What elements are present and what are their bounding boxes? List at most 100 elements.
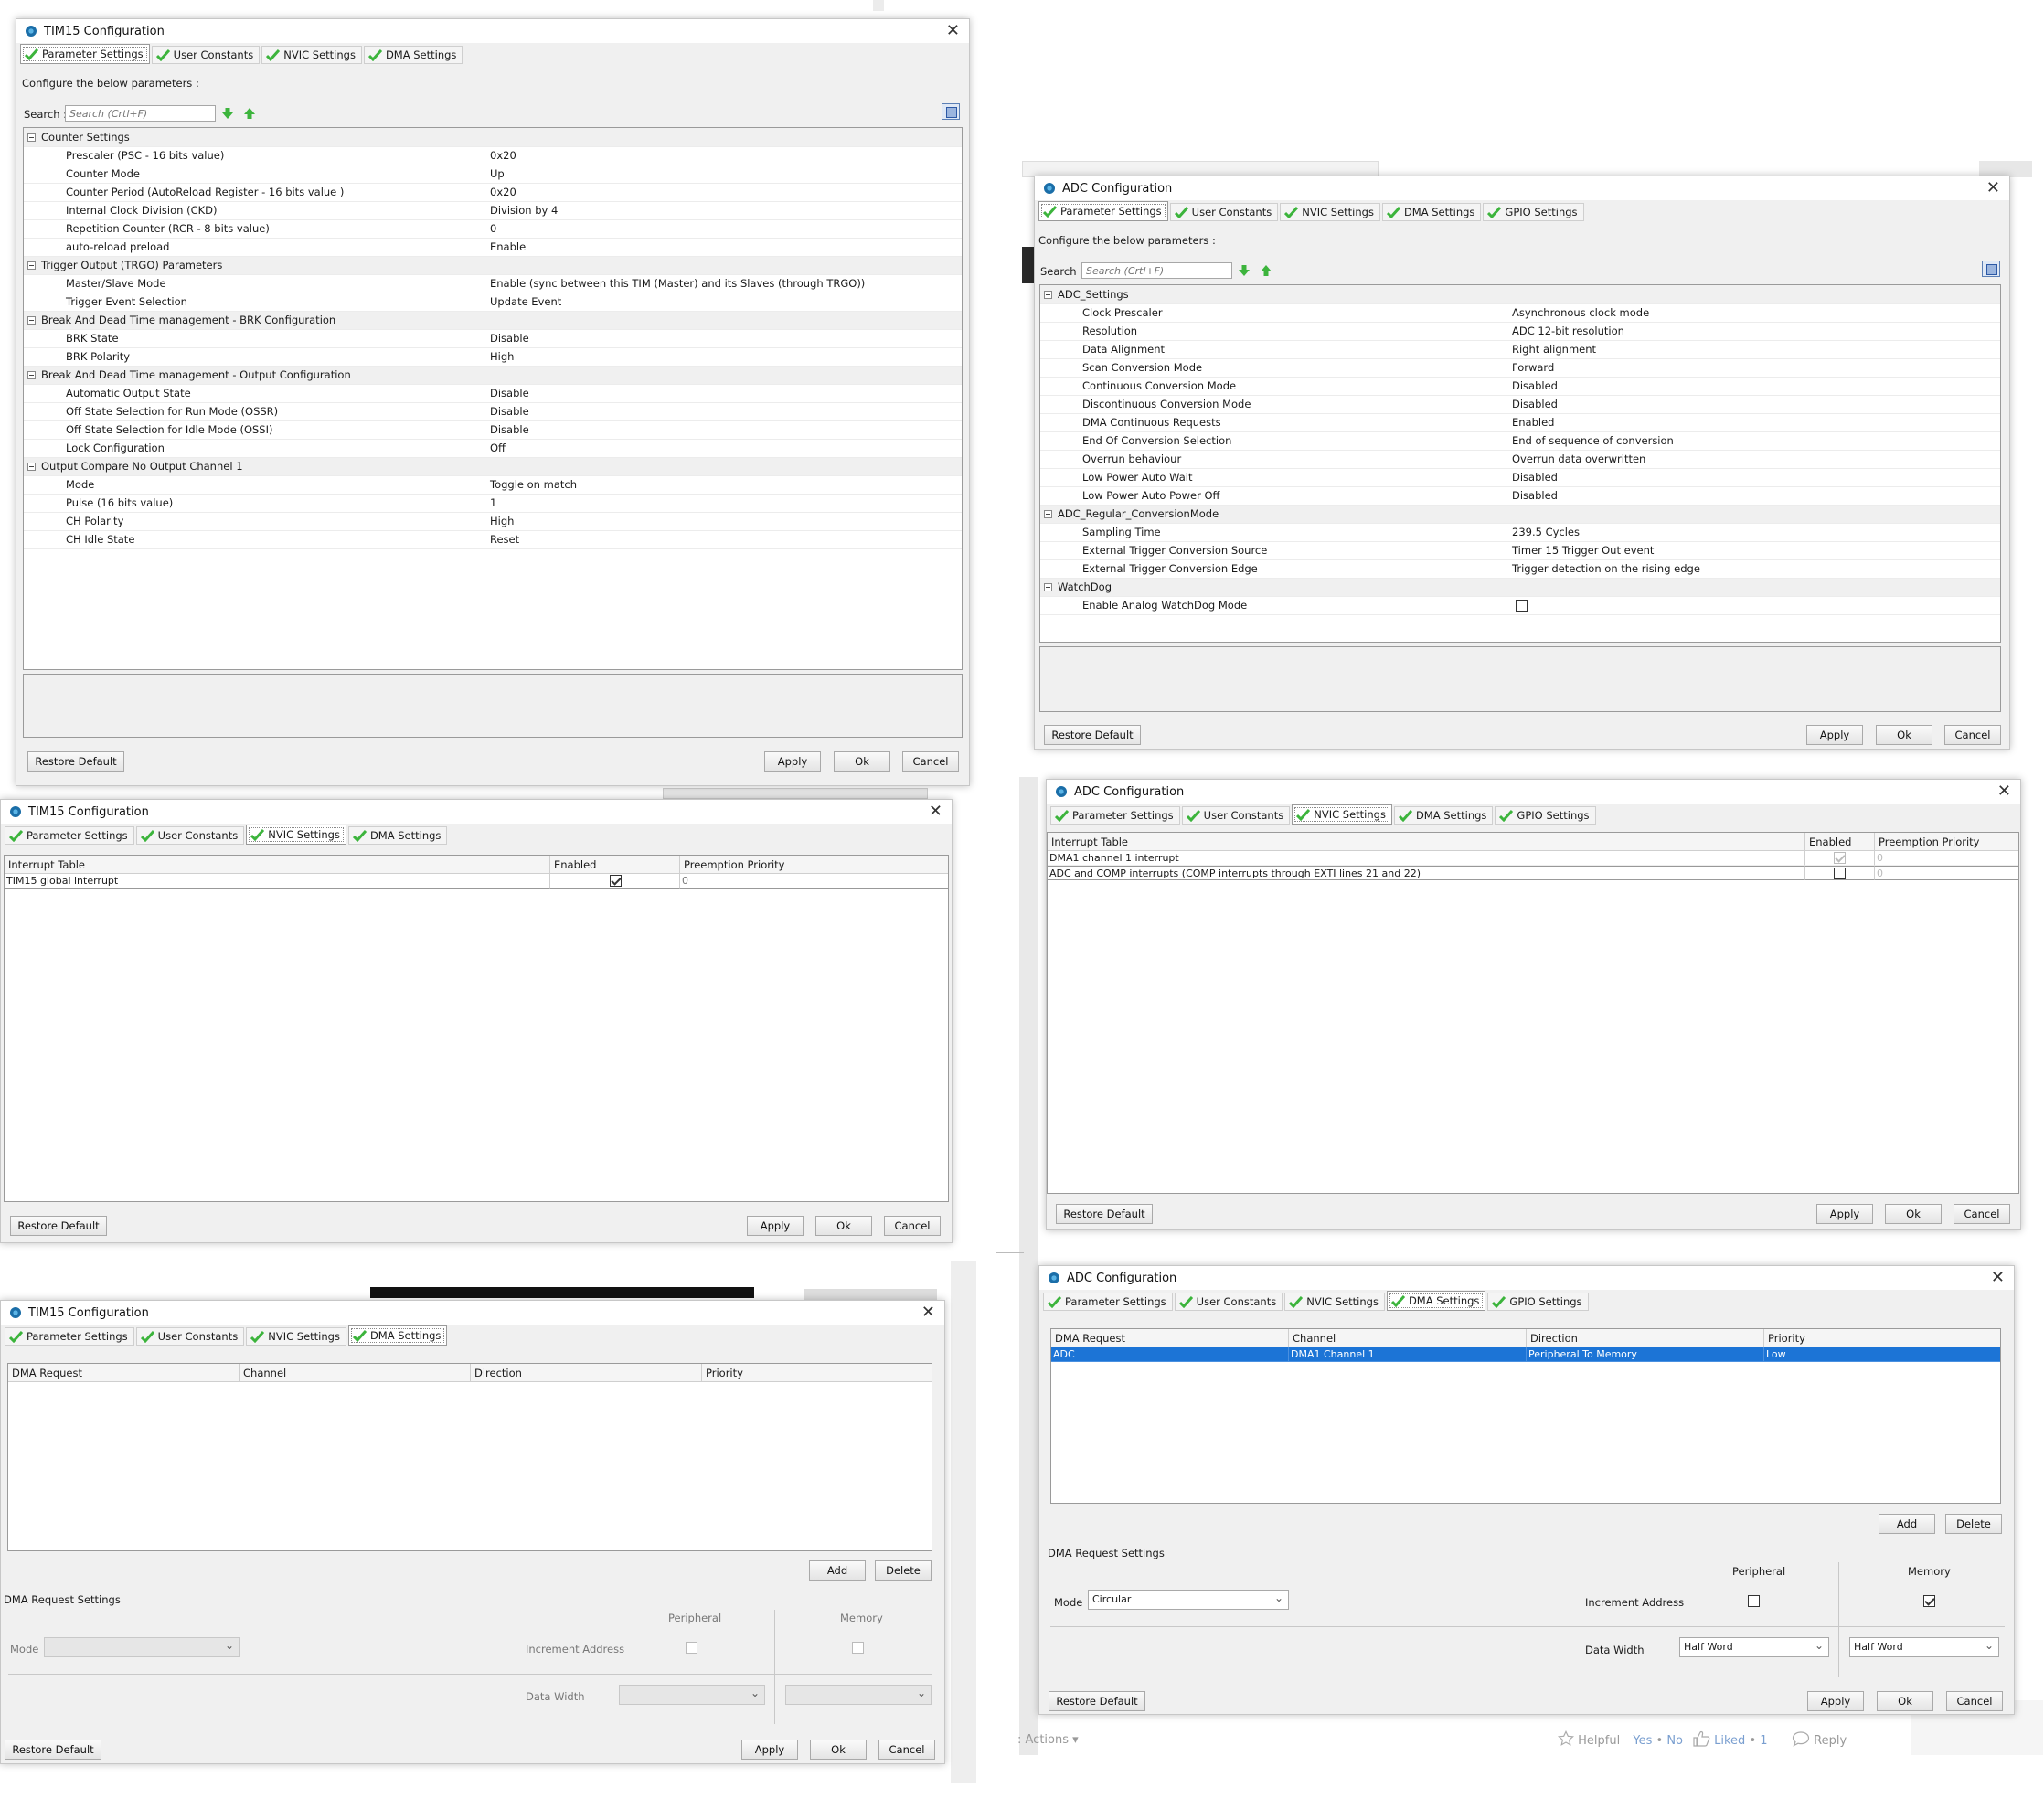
group-row[interactable]: Counter Settings (24, 128, 962, 147)
restore-default-button[interactable]: Restore Default (1049, 1691, 1145, 1711)
tab-parameter-settings[interactable]: Parameter Settings (5, 1327, 134, 1346)
apply-button[interactable]: Apply (747, 1216, 804, 1236)
parameter-row[interactable]: End Of Conversion Selection End of sequen… (1040, 431, 2000, 451)
collapse-icon[interactable] (1044, 583, 1052, 591)
actions-menu[interactable]: : Actions ▾ (1017, 1733, 1079, 1747)
parameter-row[interactable]: BRK State Disable (24, 329, 962, 348)
memory-increment-checkbox[interactable] (1923, 1595, 1935, 1607)
parameter-row[interactable]: Enable Analog WatchDog Mode (1040, 596, 2000, 615)
close-icon[interactable]: ✕ (929, 802, 942, 821)
tab-parameter-settings[interactable]: Parameter Settings (1038, 201, 1168, 221)
cancel-button[interactable]: Cancel (1954, 1204, 2010, 1224)
parameter-row[interactable]: Off State Selection for Run Mode (OSSR) D… (24, 402, 962, 421)
restore-default-button[interactable]: Restore Default (1044, 725, 1141, 745)
restore-default-button[interactable]: Restore Default (5, 1740, 101, 1760)
tab-user-constants[interactable]: User Constants (135, 1327, 245, 1346)
tab-parameter-settings[interactable]: Parameter Settings (1050, 806, 1180, 825)
parameter-row[interactable]: Resolution ADC 12-bit resolution (1040, 322, 2000, 341)
parameter-value[interactable]: 239.5 Cycles (1512, 523, 2000, 542)
search-input[interactable] (1081, 262, 1232, 279)
tab-user-constants[interactable]: User Constants (135, 826, 245, 845)
tab-dma-settings[interactable]: DMA Settings (1381, 203, 1482, 221)
parameter-value[interactable]: Division by 4 (490, 201, 962, 220)
arrow-down-icon[interactable] (221, 107, 234, 120)
tab-dma-settings[interactable]: DMA Settings (1386, 1291, 1486, 1311)
parameter-row[interactable]: Automatic Output State Disable (24, 384, 962, 403)
parameter-row[interactable]: Low Power Auto Power Off Disabled (1040, 486, 2000, 506)
tab-nvic-settings[interactable]: NVIC Settings (246, 1327, 346, 1346)
parameter-value[interactable]: Disable (490, 402, 962, 421)
tab-user-constants[interactable]: User Constants (151, 46, 261, 64)
apply-button[interactable]: Apply (764, 751, 821, 772)
parameter-value[interactable]: Overrun data overwritten (1512, 450, 2000, 469)
helpful-yes-link[interactable]: Yes (1633, 1734, 1652, 1748)
parameter-row[interactable]: CH Idle State Reset (24, 530, 962, 549)
search-input[interactable] (65, 105, 216, 122)
helpful-no-link[interactable]: No (1666, 1734, 1683, 1748)
add-button[interactable]: Add (809, 1560, 866, 1581)
parameter-value[interactable]: End of sequence of conversion (1512, 431, 2000, 451)
collapse-icon[interactable] (27, 133, 36, 142)
parameter-value[interactable]: Disabled (1512, 395, 2000, 414)
close-icon[interactable]: ✕ (1991, 1268, 2005, 1287)
apply-button[interactable]: Apply (741, 1740, 798, 1760)
parameter-row[interactable]: Internal Clock Division (CKD) Division by… (24, 201, 962, 220)
parameter-row[interactable]: Trigger Event Selection Update Event (24, 293, 962, 312)
parameter-value[interactable]: Update Event (490, 293, 962, 312)
delete-button[interactable]: Delete (1945, 1514, 2002, 1534)
group-row[interactable]: Break And Dead Time management - BRK Con… (24, 311, 962, 330)
parameter-row[interactable]: Off State Selection for Idle Mode (OSSI)… (24, 420, 962, 440)
layout-toggle-button[interactable] (942, 103, 960, 120)
arrow-up-icon[interactable] (1260, 264, 1272, 277)
group-row[interactable]: WatchDog (1040, 578, 2000, 597)
parameter-row[interactable]: DMA Continuous Requests Enabled (1040, 413, 2000, 432)
tab-parameter-settings[interactable]: Parameter Settings (1043, 1293, 1173, 1311)
group-row[interactable]: Trigger Output (TRGO) Parameters (24, 256, 962, 275)
ok-button[interactable]: Ok (815, 1216, 872, 1236)
ok-button[interactable]: Ok (834, 751, 890, 772)
ok-button[interactable]: Ok (1877, 1691, 1933, 1711)
parameter-row[interactable]: Counter Period (AutoReload Register - 16… (24, 183, 962, 202)
collapse-icon[interactable] (27, 261, 36, 270)
parameter-row[interactable]: External Trigger Conversion Edge Trigger … (1040, 559, 2000, 579)
parameter-value[interactable]: Asynchronous clock mode (1512, 303, 2000, 323)
parameter-row[interactable]: Repetition Counter (RCR - 8 bits value) 0 (24, 219, 962, 239)
tab-dma-settings[interactable]: DMA Settings (347, 1325, 448, 1346)
parameter-row[interactable]: Sampling Time 239.5 Cycles (1040, 523, 2000, 542)
collapse-icon[interactable] (1044, 290, 1052, 299)
restore-default-button[interactable]: Restore Default (27, 751, 124, 772)
parameter-row[interactable]: Master/Slave Mode Enable (sync between th… (24, 274, 962, 293)
tab-dma-settings[interactable]: DMA Settings (363, 46, 463, 64)
parameter-row[interactable]: CH Polarity High (24, 512, 962, 531)
collapse-icon[interactable] (27, 316, 36, 325)
apply-button[interactable]: Apply (1806, 725, 1863, 745)
parameter-row[interactable]: Scan Conversion Mode Forward (1040, 358, 2000, 378)
enabled-checkbox[interactable] (1834, 868, 1846, 879)
group-row[interactable]: Output Compare No Output Channel 1 (24, 457, 962, 476)
tab-nvic-settings[interactable]: NVIC Settings (261, 46, 362, 64)
parameter-value[interactable]: High (490, 347, 962, 367)
add-button[interactable]: Add (1879, 1514, 1935, 1534)
tab-dma-settings[interactable]: DMA Settings (1393, 806, 1494, 825)
arrow-up-icon[interactable] (243, 107, 256, 120)
parameter-value[interactable]: 1 (490, 494, 962, 513)
tab-nvic-settings[interactable]: NVIC Settings (1284, 1293, 1385, 1311)
parameter-value[interactable]: Disable (490, 329, 962, 348)
parameter-value[interactable]: 0x20 (490, 146, 962, 165)
group-row[interactable]: ADC_Regular_ConversionMode (1040, 505, 2000, 524)
group-row[interactable]: ADC_Settings (1040, 285, 2000, 304)
collapse-icon[interactable] (27, 463, 36, 471)
parameter-row[interactable]: Continuous Conversion Mode Disabled (1040, 377, 2000, 396)
arrow-down-icon[interactable] (1238, 264, 1251, 277)
cancel-button[interactable]: Cancel (1944, 725, 2001, 745)
parameter-row[interactable]: BRK Polarity High (24, 347, 962, 367)
cancel-button[interactable]: Cancel (902, 751, 959, 772)
ok-button[interactable]: Ok (1885, 1204, 1942, 1224)
parameter-value[interactable] (1512, 596, 2000, 615)
tab-nvic-settings[interactable]: NVIC Settings (1280, 203, 1380, 221)
priority-cell[interactable]: 0 (680, 874, 948, 889)
parameter-value[interactable]: High (490, 512, 962, 531)
parameter-row[interactable]: Discontinuous Conversion Mode Disabled (1040, 395, 2000, 414)
tab-gpio-settings[interactable]: GPIO Settings (1487, 1293, 1589, 1311)
close-icon[interactable]: ✕ (1986, 178, 2000, 197)
